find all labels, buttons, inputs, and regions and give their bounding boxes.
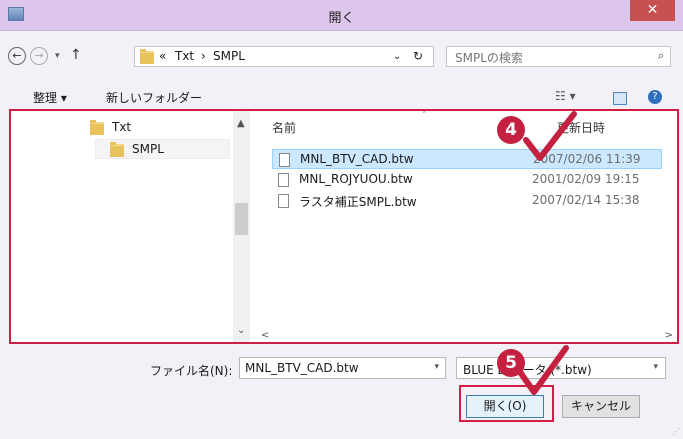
file-name: MNL_ROJYUOU.btw <box>299 172 413 186</box>
file-list-pane: 名前 ˄ 更新日時 MNL_BTV_CAD.btw 2007/02/06 11:… <box>257 111 677 342</box>
search-box[interactable]: SMPLの検索 ⌕ <box>446 46 671 67</box>
breadcrumb-overflow[interactable]: « <box>159 49 166 63</box>
scroll-left-icon[interactable]: < <box>261 330 269 341</box>
forward-arrow-icon[interactable]: → <box>30 47 48 65</box>
checkmark-icon <box>523 111 577 161</box>
breadcrumb-separator: › <box>201 49 206 63</box>
search-icon[interactable]: ⌕ <box>658 49 664 63</box>
title-bar[interactable]: 開く ✕ <box>0 0 683 31</box>
dialog-footer: ファイル名(N): MNL_BTV_CAD.btw ▾ BLUE D データ (… <box>0 350 683 439</box>
nav-scrollbar[interactable]: ▲ ⌄ <box>233 111 250 342</box>
command-bar: 整理 ▾ 新しいフォルダー ☷ ▾ ? <box>0 86 683 108</box>
file-icon <box>278 194 289 208</box>
file-row[interactable]: MNL_ROJYUOU.btw 2001/02/09 19:15 <box>272 170 662 190</box>
scroll-down-icon[interactable]: ⌄ <box>237 325 245 336</box>
filename-value: MNL_BTV_CAD.btw <box>245 361 359 375</box>
organize-button[interactable]: 整理 ▾ <box>33 89 67 106</box>
file-date: 2001/02/09 19:15 <box>532 172 640 186</box>
filename-input[interactable]: MNL_BTV_CAD.btw ▾ <box>239 357 446 379</box>
file-name: MNL_BTV_CAD.btw <box>300 152 414 166</box>
address-dropdown-icon[interactable]: ⌄ <box>393 51 401 62</box>
scroll-right-icon[interactable]: > <box>665 330 673 341</box>
refresh-icon[interactable]: ↻ <box>413 49 423 63</box>
folder-icon <box>90 120 104 135</box>
address-bar-row: ← → ▾ ↑ « Txt › SMPL ⌄ ↻ SMPLの検索 ⌕ <box>0 38 683 74</box>
new-folder-button[interactable]: 新しいフォルダー <box>106 89 202 106</box>
search-placeholder: SMPLの検索 <box>455 51 523 65</box>
chevron-down-icon[interactable]: ▾ <box>434 362 439 372</box>
checkmark-icon <box>517 345 569 395</box>
address-box[interactable]: « Txt › SMPL ⌄ ↻ <box>134 46 434 67</box>
recent-locations-dropdown-icon[interactable]: ▾ <box>55 51 60 61</box>
horizontal-scrollbar[interactable]: < > <box>257 330 677 342</box>
chevron-down-icon[interactable]: ▾ <box>653 362 658 372</box>
view-options-icon[interactable]: ☷ ▾ <box>555 89 576 103</box>
tree-item-label: Txt <box>112 120 132 134</box>
file-date: 2007/02/14 15:38 <box>532 193 640 207</box>
close-button[interactable]: ✕ <box>630 0 675 21</box>
resize-grip-icon[interactable]: ⋰ <box>672 427 680 436</box>
folder-icon <box>140 49 154 64</box>
file-icon <box>279 153 290 167</box>
tree-item-label: SMPL <box>132 142 164 156</box>
help-icon[interactable]: ? <box>648 90 662 104</box>
dialog-title: 開く <box>328 11 355 26</box>
tree-item-txt[interactable]: Txt <box>90 118 220 138</box>
preview-pane-icon[interactable] <box>613 92 627 105</box>
breadcrumb-smpl[interactable]: SMPL <box>213 49 245 63</box>
back-arrow-icon[interactable]: ← <box>8 47 26 65</box>
scroll-thumb[interactable] <box>235 203 248 235</box>
open-dialog: 開く ✕ ← → ▾ ↑ « Txt › SMPL ⌄ ↻ SMPLの検索 ⌕ … <box>0 0 683 439</box>
tree-item-smpl[interactable]: SMPL <box>95 139 230 159</box>
navigation-pane: Txt SMPL ▲ ⌄ <box>11 111 257 342</box>
cancel-button[interactable]: キャンセル <box>562 395 640 418</box>
sort-indicator-icon: ˄ <box>422 111 427 121</box>
file-name: ラスタ補正SMPL.btw <box>299 195 417 209</box>
scroll-up-icon[interactable]: ▲ <box>237 118 245 129</box>
file-row[interactable]: ラスタ補正SMPL.btw 2007/02/14 15:38 <box>272 191 662 211</box>
breadcrumb-txt[interactable]: Txt <box>175 49 194 63</box>
file-row[interactable]: MNL_BTV_CAD.btw 2007/02/06 11:39 <box>272 149 662 169</box>
file-icon <box>278 173 289 187</box>
folder-icon <box>110 142 124 157</box>
column-header-name[interactable]: 名前 <box>272 119 296 136</box>
up-arrow-icon[interactable]: ↑ <box>70 47 82 63</box>
filename-label: ファイル名(N): <box>150 364 233 378</box>
